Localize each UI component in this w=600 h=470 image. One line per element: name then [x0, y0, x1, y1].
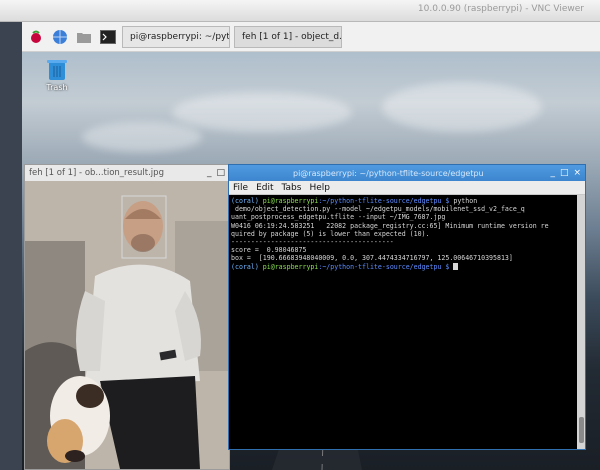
prompt-env: (coral): [231, 197, 259, 205]
taskbar-item-feh[interactable]: feh [1 of 1] - object_d...: [234, 25, 342, 48]
prompt-user: pi@raspberrypi: [262, 262, 319, 271]
output-line: score = 0.98046875: [231, 246, 307, 255]
web-browser-icon[interactable]: [50, 27, 70, 47]
prompt-user: pi@raspberrypi: [262, 197, 319, 205]
minimize-icon[interactable]: _: [550, 168, 555, 178]
taskbar-item-label: pi@raspberrypi: ~/pyt...: [130, 31, 230, 42]
prompt-path: :~/python-tflite-source/edgetpu $: [318, 197, 450, 205]
taskbar-item-label: feh [1 of 1] - object_d...: [242, 31, 342, 42]
terminal-window-title: pi@raspberrypi: ~/python-tflite-source/e…: [293, 168, 484, 178]
menu-help[interactable]: Help: [309, 183, 330, 193]
desktop: pi@raspberrypi: ~/pyt... feh [1 of 1] - …: [22, 22, 600, 470]
raspberry-menu-icon[interactable]: [26, 27, 46, 47]
taskbar: pi@raspberrypi: ~/pyt... feh [1 of 1] - …: [22, 22, 600, 52]
feh-window[interactable]: feh [1 of 1] - ob...tion_result.jpg _ □: [24, 164, 230, 470]
prompt-env: (coral): [231, 262, 259, 271]
feh-window-title: feh [1 of 1] - ob...tion_result.jpg: [29, 168, 164, 178]
terminal-scrollbar[interactable]: [577, 195, 585, 449]
terminal-launcher-icon[interactable]: [98, 27, 118, 47]
detection-result-image: [25, 181, 229, 469]
desktop-icon-trash[interactable]: Trash: [44, 57, 70, 92]
output-line: box = [190.66683948040009, 0.0, 307.4474…: [231, 254, 513, 263]
output-line: quired by package (5) is lower than expe…: [231, 229, 430, 238]
terminal-cursor: [453, 262, 459, 270]
minimize-icon[interactable]: _: [207, 168, 212, 178]
terminal-output[interactable]: (coral) pi@raspberrypi:~/python-tflite-s…: [229, 195, 577, 449]
scrollbar-thumb[interactable]: [579, 417, 584, 443]
photo-person-on-couch: [25, 181, 229, 469]
menu-edit[interactable]: Edit: [256, 183, 273, 193]
output-line: ----------------------------------------…: [231, 238, 394, 247]
trash-icon: [47, 60, 67, 80]
trash-label: Trash: [46, 83, 68, 92]
output-line: W0416 06:19:24.583251 22082 package_regi…: [231, 221, 549, 230]
menu-tabs[interactable]: Tabs: [282, 183, 302, 193]
vnc-titlebar: 10.0.0.90 (raspberrypi) - VNC Viewer: [0, 0, 600, 22]
prompt-path: :~/python-tflite-source/edgetpu $: [318, 262, 450, 271]
file-manager-icon[interactable]: [74, 27, 94, 47]
maximize-icon[interactable]: □: [216, 168, 225, 178]
feh-titlebar[interactable]: feh [1 of 1] - ob...tion_result.jpg _ □: [25, 165, 229, 181]
terminal-menubar: File Edit Tabs Help: [229, 181, 585, 195]
terminal-window[interactable]: pi@raspberrypi: ~/python-tflite-source/e…: [228, 164, 586, 450]
vnc-window-title: 10.0.0.90 (raspberrypi) - VNC Viewer: [417, 4, 584, 14]
maximize-icon[interactable]: □: [560, 168, 569, 178]
taskbar-item-terminal[interactable]: pi@raspberrypi: ~/pyt...: [122, 25, 230, 48]
close-icon[interactable]: ×: [573, 168, 581, 178]
terminal-titlebar[interactable]: pi@raspberrypi: ~/python-tflite-source/e…: [229, 165, 585, 181]
menu-file[interactable]: File: [233, 183, 248, 193]
